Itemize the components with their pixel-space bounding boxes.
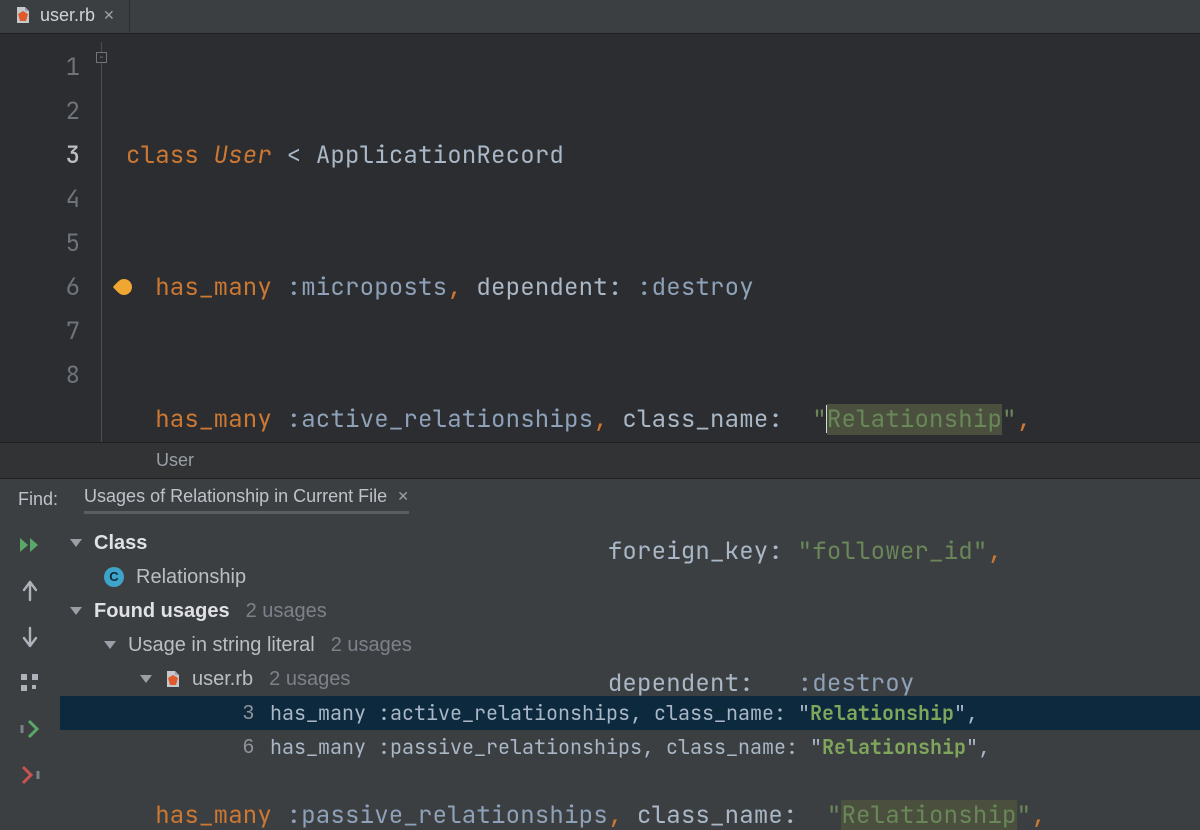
code-editor[interactable]: − 1 2 3 4 5 6 7 8 class User < Applicati… <box>0 34 1200 442</box>
group-by-button[interactable] <box>13 668 47 698</box>
usage-count: 2 usages <box>246 594 327 628</box>
close-icon[interactable]: ✕ <box>397 488 409 505</box>
line-number: 1 <box>0 46 80 90</box>
tree-label: Usage in string literal <box>128 628 315 662</box>
next-occurrence-button[interactable] <box>13 622 47 652</box>
line-number: 8 <box>0 354 80 398</box>
tree-label: Found usages <box>94 594 230 628</box>
fold-toggle-icon[interactable]: − <box>96 52 107 63</box>
editor-tabbar: user.rb ✕ <box>0 0 1200 34</box>
chevron-down-icon <box>104 641 116 649</box>
find-label: Find: <box>18 489 58 510</box>
line-number-gutter: − 1 2 3 4 5 6 7 8 <box>0 34 108 442</box>
rerun-button[interactable] <box>13 530 47 560</box>
usage-count: 2 usages <box>331 628 412 662</box>
line-number: 4 <box>0 178 80 222</box>
include-action-button[interactable] <box>13 714 47 744</box>
line-number: 5 <box>0 222 80 266</box>
line-number: 3 <box>0 134 80 178</box>
class-badge-icon: C <box>104 567 124 587</box>
result-line-number: 6 <box>232 730 254 764</box>
usage-result-row[interactable]: 6 has_many :passive_relationships, class… <box>60 730 1200 764</box>
close-icon[interactable]: ✕ <box>103 7 115 24</box>
ruby-file-icon <box>14 6 32 24</box>
find-tab[interactable]: Usages of Relationship in Current File ✕ <box>84 486 409 514</box>
previous-occurrence-button[interactable] <box>13 576 47 606</box>
code-area[interactable]: class User < ApplicationRecord has_many … <box>108 34 1046 442</box>
chevron-down-icon <box>70 539 82 547</box>
intention-bulb-icon[interactable] <box>113 276 136 299</box>
find-tab-title: Usages of Relationship in Current File <box>84 486 387 507</box>
chevron-down-icon <box>70 607 82 615</box>
exclude-action-button[interactable] <box>13 760 47 790</box>
file-tab-label: user.rb <box>40 5 95 26</box>
breadcrumb-item[interactable]: User <box>156 450 194 471</box>
file-tab-user-rb[interactable]: user.rb ✕ <box>0 0 130 33</box>
line-number: 6 <box>0 266 80 310</box>
tree-node-found-usages[interactable]: Found usages 2 usages <box>60 594 1200 628</box>
find-toolbar <box>0 520 60 830</box>
tree-node-string-literal[interactable]: Usage in string literal 2 usages <box>60 628 1200 662</box>
line-number: 2 <box>0 90 80 134</box>
line-number: 7 <box>0 310 80 354</box>
